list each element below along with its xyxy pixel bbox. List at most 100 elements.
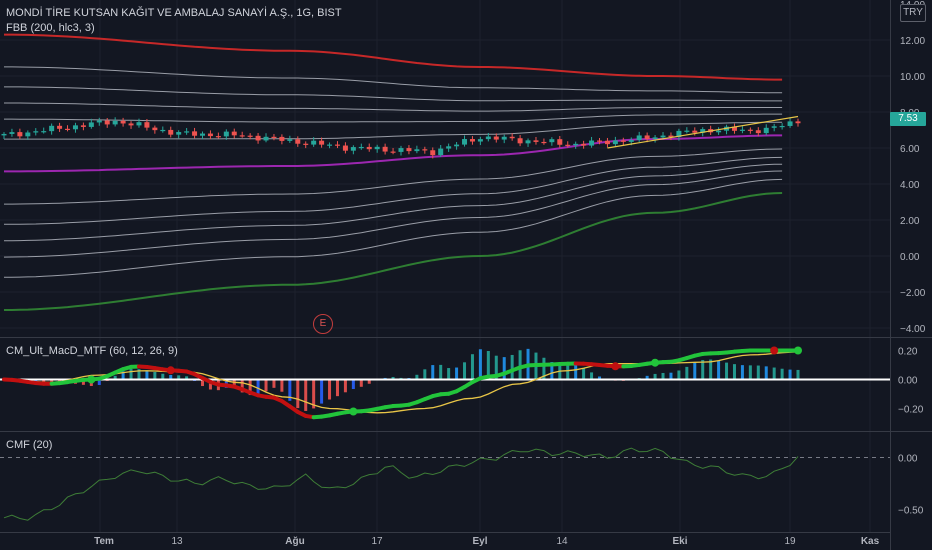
candle-body[interactable]: [533, 140, 539, 142]
candle-body[interactable]: [597, 140, 602, 142]
candle-body[interactable]: [184, 131, 190, 133]
candle-body[interactable]: [477, 139, 483, 142]
time-axis-tick[interactable]: Tem: [94, 536, 114, 547]
candle-body[interactable]: [271, 136, 277, 139]
candle-body[interactable]: [501, 136, 507, 140]
candle-body[interactable]: [144, 122, 150, 128]
candle-body[interactable]: [462, 139, 468, 145]
candle-body[interactable]: [652, 137, 658, 140]
candle-body[interactable]: [795, 121, 801, 124]
candle-body[interactable]: [231, 131, 237, 136]
price-axis-tick[interactable]: 2.00: [900, 216, 920, 227]
x-axis-ticks[interactable]: Tem 13 Ağu 17 Eyl 14 Eki 19 Kas: [94, 536, 880, 547]
candle-body[interactable]: [192, 131, 198, 136]
candle-body[interactable]: [215, 136, 221, 138]
candle-body[interactable]: [327, 144, 333, 146]
time-axis-tick[interactable]: Ağu: [285, 536, 304, 547]
currency-badge[interactable]: TRY: [900, 4, 926, 22]
candle-body[interactable]: [57, 125, 63, 129]
cmf-indicator-label[interactable]: CMF (20): [6, 439, 52, 451]
candle-body[interactable]: [739, 129, 745, 131]
candle-body[interactable]: [589, 140, 595, 146]
price-axis-tick[interactable]: −2.00: [900, 288, 926, 299]
candle-body[interactable]: [342, 145, 348, 151]
candle-body[interactable]: [485, 136, 491, 140]
candle-body[interactable]: [763, 127, 769, 134]
fbb-indicator-label[interactable]: FBB (200, hlc3, 3): [6, 22, 95, 34]
time-axis-tick[interactable]: 17: [371, 536, 383, 547]
candle-body[interactable]: [17, 132, 23, 137]
macd-axis-tick[interactable]: 0.00: [898, 376, 918, 387]
candle-body[interactable]: [644, 135, 650, 140]
candle-body[interactable]: [350, 147, 356, 151]
price-axis-tick[interactable]: 10.00: [900, 72, 925, 83]
candle-body[interactable]: [414, 149, 420, 152]
candle-body[interactable]: [398, 148, 404, 152]
chart-canvas[interactable]: 14.0012.0010.008.006.004.002.000.00−2.00…: [0, 0, 932, 550]
candle-body[interactable]: [247, 135, 253, 137]
candle-body[interactable]: [25, 132, 31, 137]
pane-separators[interactable]: [0, 0, 932, 550]
candle-body[interactable]: [493, 136, 499, 140]
candle-body[interactable]: [581, 143, 587, 146]
candle-body[interactable]: [525, 140, 531, 144]
candle-body[interactable]: [684, 130, 690, 132]
cmf-axis-tick[interactable]: −0.50: [898, 506, 924, 517]
candle-body[interactable]: [628, 140, 634, 142]
candle-body[interactable]: [311, 140, 317, 145]
candle-body[interactable]: [469, 139, 475, 142]
candle-body[interactable]: [33, 131, 39, 133]
candle-body[interactable]: [422, 149, 428, 151]
candle-body[interactable]: [747, 129, 753, 131]
macd-axis-tick[interactable]: 0.20: [898, 347, 918, 358]
price-axis-tick[interactable]: 4.00: [900, 180, 920, 191]
time-axis-tick[interactable]: 19: [784, 536, 796, 547]
time-axis-tick[interactable]: 14: [556, 536, 568, 547]
candle-body[interactable]: [65, 128, 71, 131]
candle-body[interactable]: [168, 129, 174, 135]
candle-body[interactable]: [430, 150, 436, 156]
candle-body[interactable]: [620, 140, 626, 142]
candle-body[interactable]: [112, 120, 118, 125]
candle-body[interactable]: [660, 135, 666, 138]
time-axis-tick[interactable]: Eki: [672, 536, 687, 547]
candle-body[interactable]: [1, 133, 7, 136]
candle-body[interactable]: [263, 136, 269, 141]
candle-body[interactable]: [454, 144, 460, 147]
candle-body[interactable]: [152, 127, 158, 131]
candle-body[interactable]: [303, 143, 309, 145]
candle-body[interactable]: [565, 144, 571, 146]
candle-body[interactable]: [88, 122, 94, 127]
price-axis-tick[interactable]: 0.00: [900, 252, 920, 263]
candle-body[interactable]: [438, 148, 444, 156]
symbol-title[interactable]: MONDİ TİRE KUTSAN KAĞIT VE AMBALAJ SANAY…: [6, 7, 342, 19]
candle-body[interactable]: [176, 132, 182, 135]
candle-body[interactable]: [557, 139, 563, 145]
candle-body[interactable]: [96, 120, 102, 123]
candle-body[interactable]: [239, 135, 245, 137]
candle-body[interactable]: [612, 140, 618, 145]
candle-body[interactable]: [80, 125, 86, 127]
price-axis-tick[interactable]: 12.00: [900, 36, 925, 47]
candle-body[interactable]: [382, 146, 388, 152]
macd-axis-tick[interactable]: −0.20: [898, 405, 924, 416]
candle-body[interactable]: [160, 129, 166, 132]
candle-body[interactable]: [573, 143, 579, 146]
candle-body[interactable]: [287, 139, 293, 141]
earnings-icon[interactable]: E: [313, 314, 333, 334]
candle-body[interactable]: [549, 139, 555, 143]
candle-body[interactable]: [406, 148, 412, 152]
candle-body[interactable]: [255, 135, 261, 141]
price-axis-tick[interactable]: −4.00: [900, 324, 926, 335]
candle-body[interactable]: [223, 131, 229, 137]
time-axis-tick[interactable]: Eyl: [472, 536, 487, 547]
macd-indicator-label[interactable]: CM_Ult_MacD_MTF (60, 12, 26, 9): [6, 345, 178, 357]
candle-body[interactable]: [604, 140, 610, 145]
candle-body[interactable]: [779, 125, 785, 128]
candle-body[interactable]: [692, 130, 698, 133]
candle-body[interactable]: [295, 139, 301, 144]
candle-body[interactable]: [446, 146, 452, 149]
candle-body[interactable]: [49, 125, 55, 132]
candle-body[interactable]: [787, 121, 793, 126]
candle-body[interactable]: [136, 122, 142, 126]
